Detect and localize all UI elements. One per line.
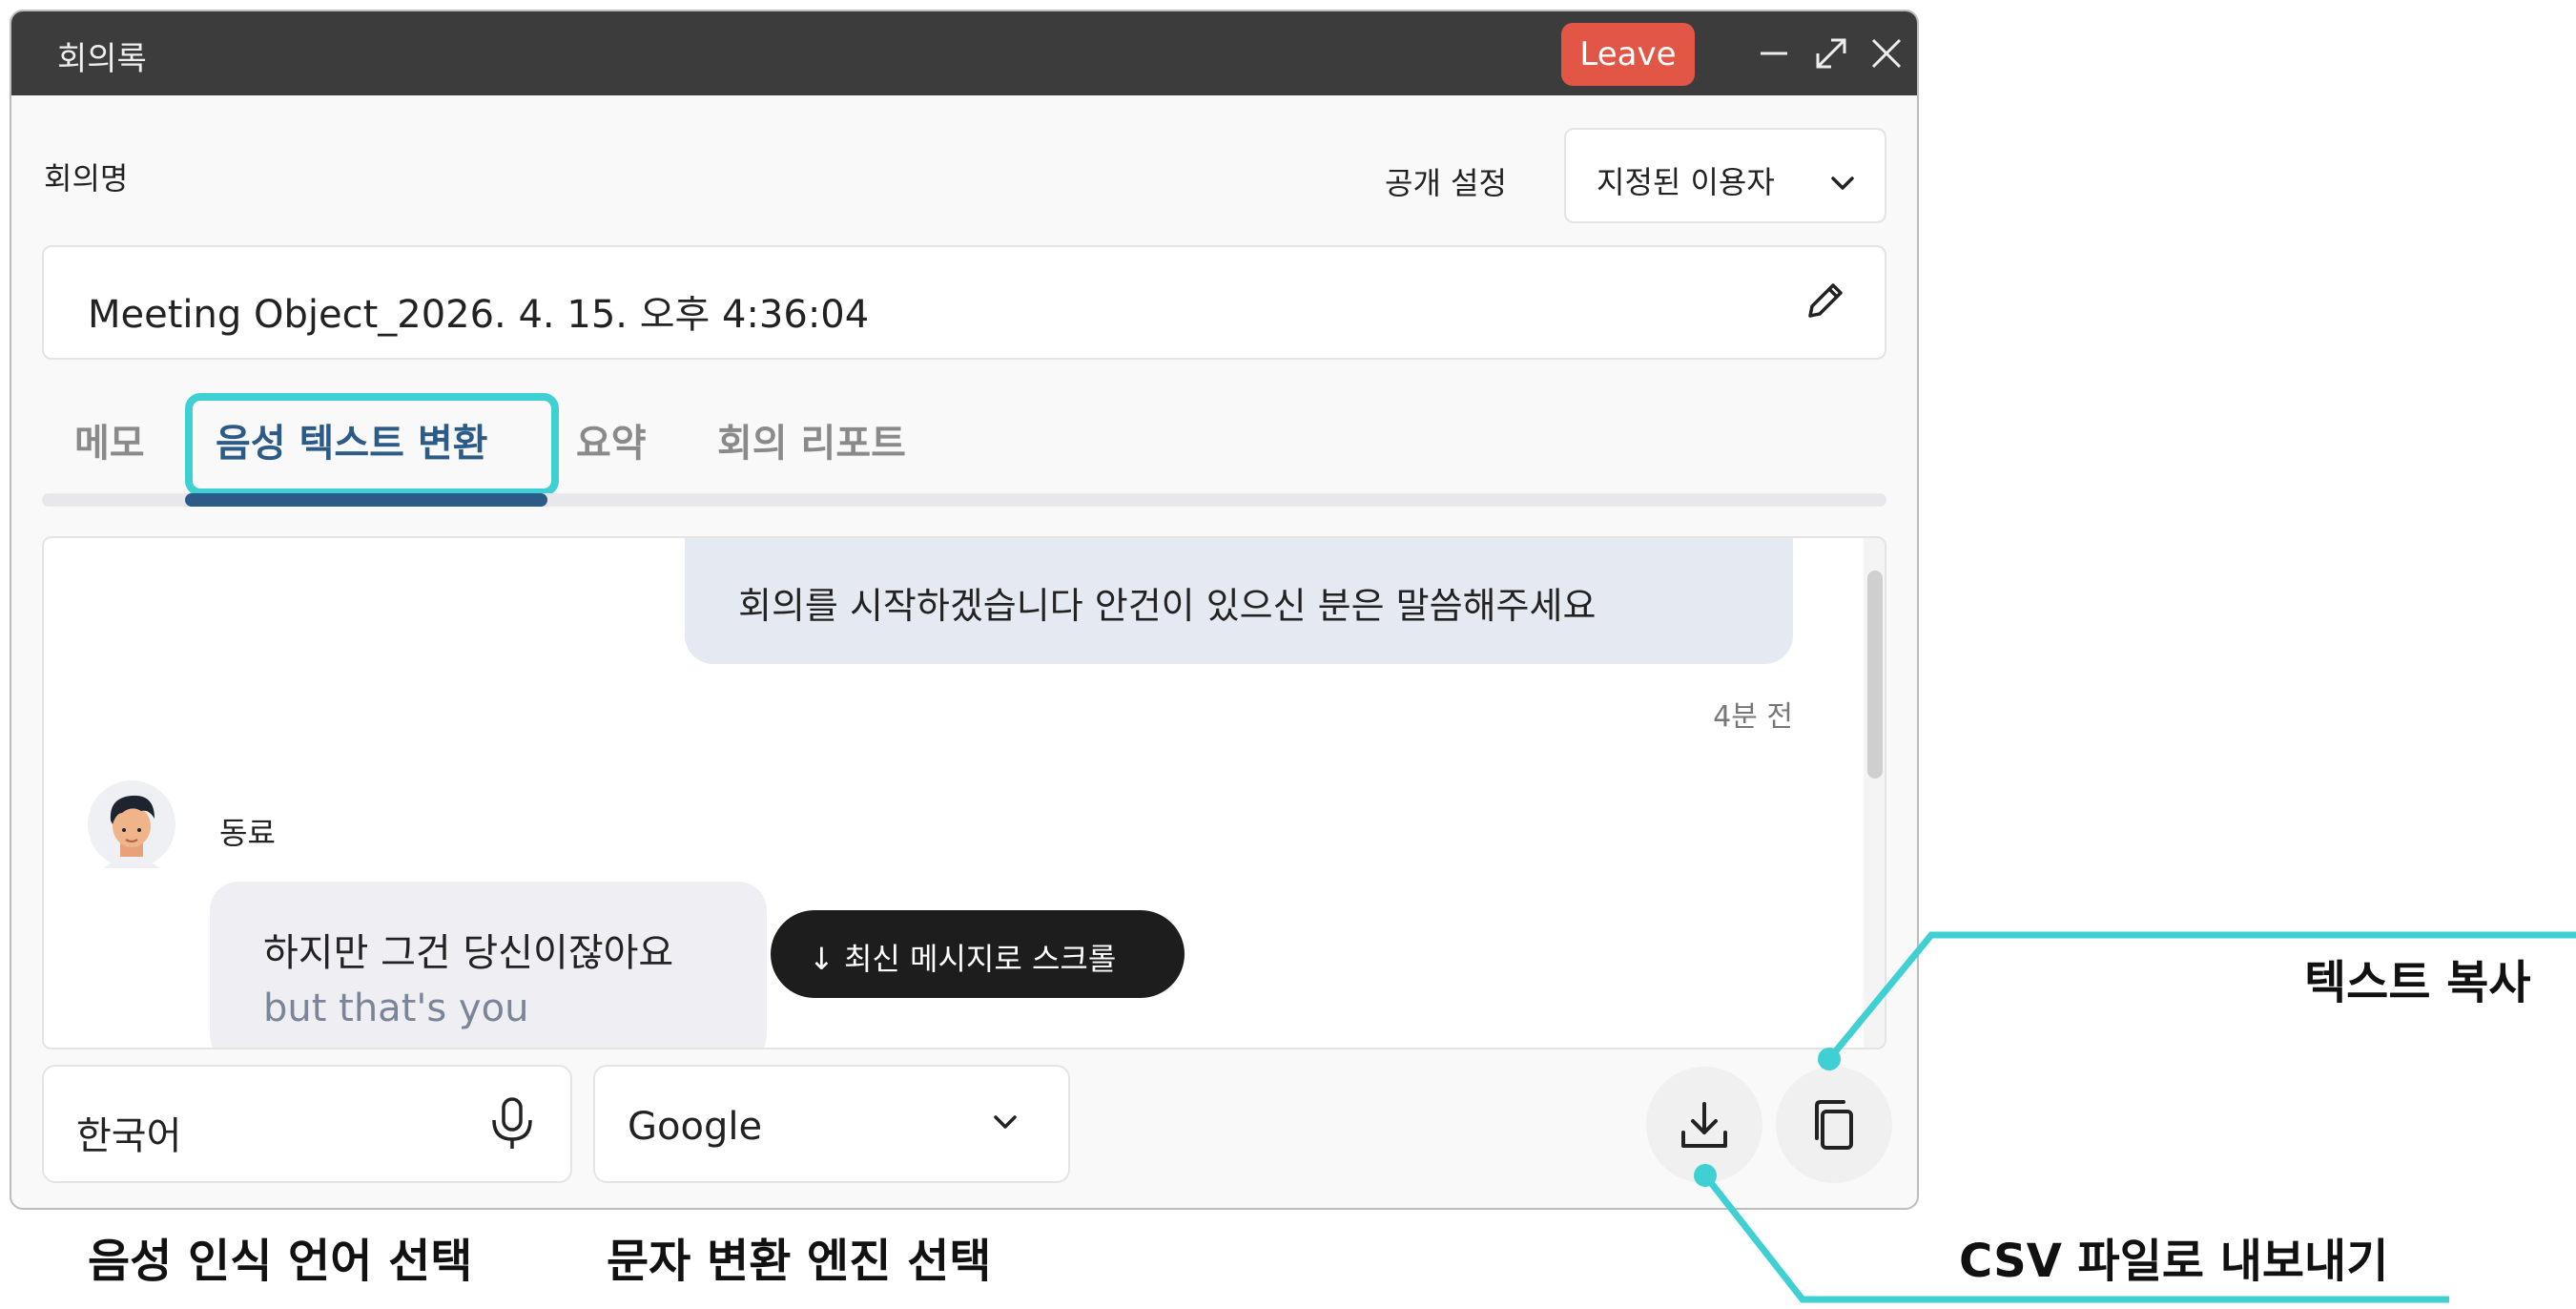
callout-export-csv: CSV 파일로 내보내기 bbox=[1959, 1235, 2389, 1288]
callout-copy-text: 텍스트 복사 bbox=[2304, 956, 2531, 1009]
callout-language-select: 음성 인식 언어 선택 bbox=[88, 1235, 473, 1288]
callout-engine-select: 문자 변환 엔진 선택 bbox=[607, 1235, 992, 1288]
callout-connectors bbox=[1694, 931, 2576, 1303]
